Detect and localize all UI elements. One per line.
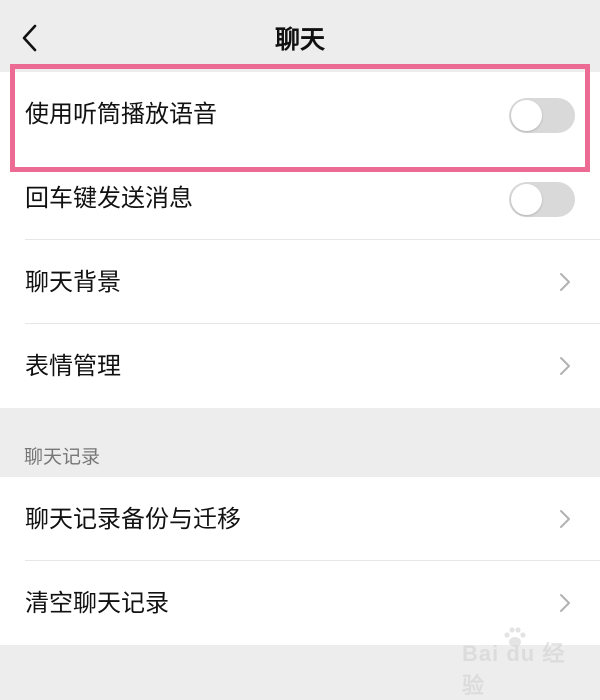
chevron-right-icon	[560, 510, 570, 528]
settings-group-general: 使用听筒播放语音 回车键发送消息 聊天背景 表情管理	[0, 72, 600, 408]
setting-sticker-management[interactable]: 表情管理	[0, 324, 600, 408]
toggle-knob	[511, 184, 542, 215]
chevron-right-icon	[560, 594, 570, 612]
chevron-right-icon	[560, 273, 570, 291]
setting-label: 回车键发送消息	[25, 184, 193, 212]
setting-backup-migrate[interactable]: 聊天记录备份与迁移	[0, 477, 600, 561]
settings-group-chat-history: 聊天记录备份与迁移 清空聊天记录	[0, 477, 600, 645]
setting-use-earpiece: 使用听筒播放语音	[0, 72, 600, 156]
section-header-chat-history: 聊天记录	[24, 446, 101, 468]
setting-label: 表情管理	[25, 352, 121, 380]
setting-label: 聊天记录备份与迁移	[25, 505, 241, 533]
chevron-right-icon	[560, 357, 570, 375]
page-title: 聊天	[274, 25, 325, 54]
enter-to-send-toggle[interactable]	[509, 182, 575, 217]
setting-label: 清空聊天记录	[25, 589, 169, 617]
toggle-knob	[511, 100, 542, 131]
setting-chat-background[interactable]: 聊天背景	[0, 240, 600, 324]
setting-clear-history[interactable]: 清空聊天记录	[0, 561, 600, 645]
setting-label: 使用听筒播放语音	[25, 100, 217, 128]
setting-enter-to-send: 回车键发送消息	[0, 156, 600, 240]
earpiece-toggle[interactable]	[509, 98, 575, 133]
setting-label: 聊天背景	[25, 268, 121, 296]
watermark-text: Bai du 经验	[462, 641, 566, 698]
navigation-bar: 聊天	[0, 0, 600, 72]
